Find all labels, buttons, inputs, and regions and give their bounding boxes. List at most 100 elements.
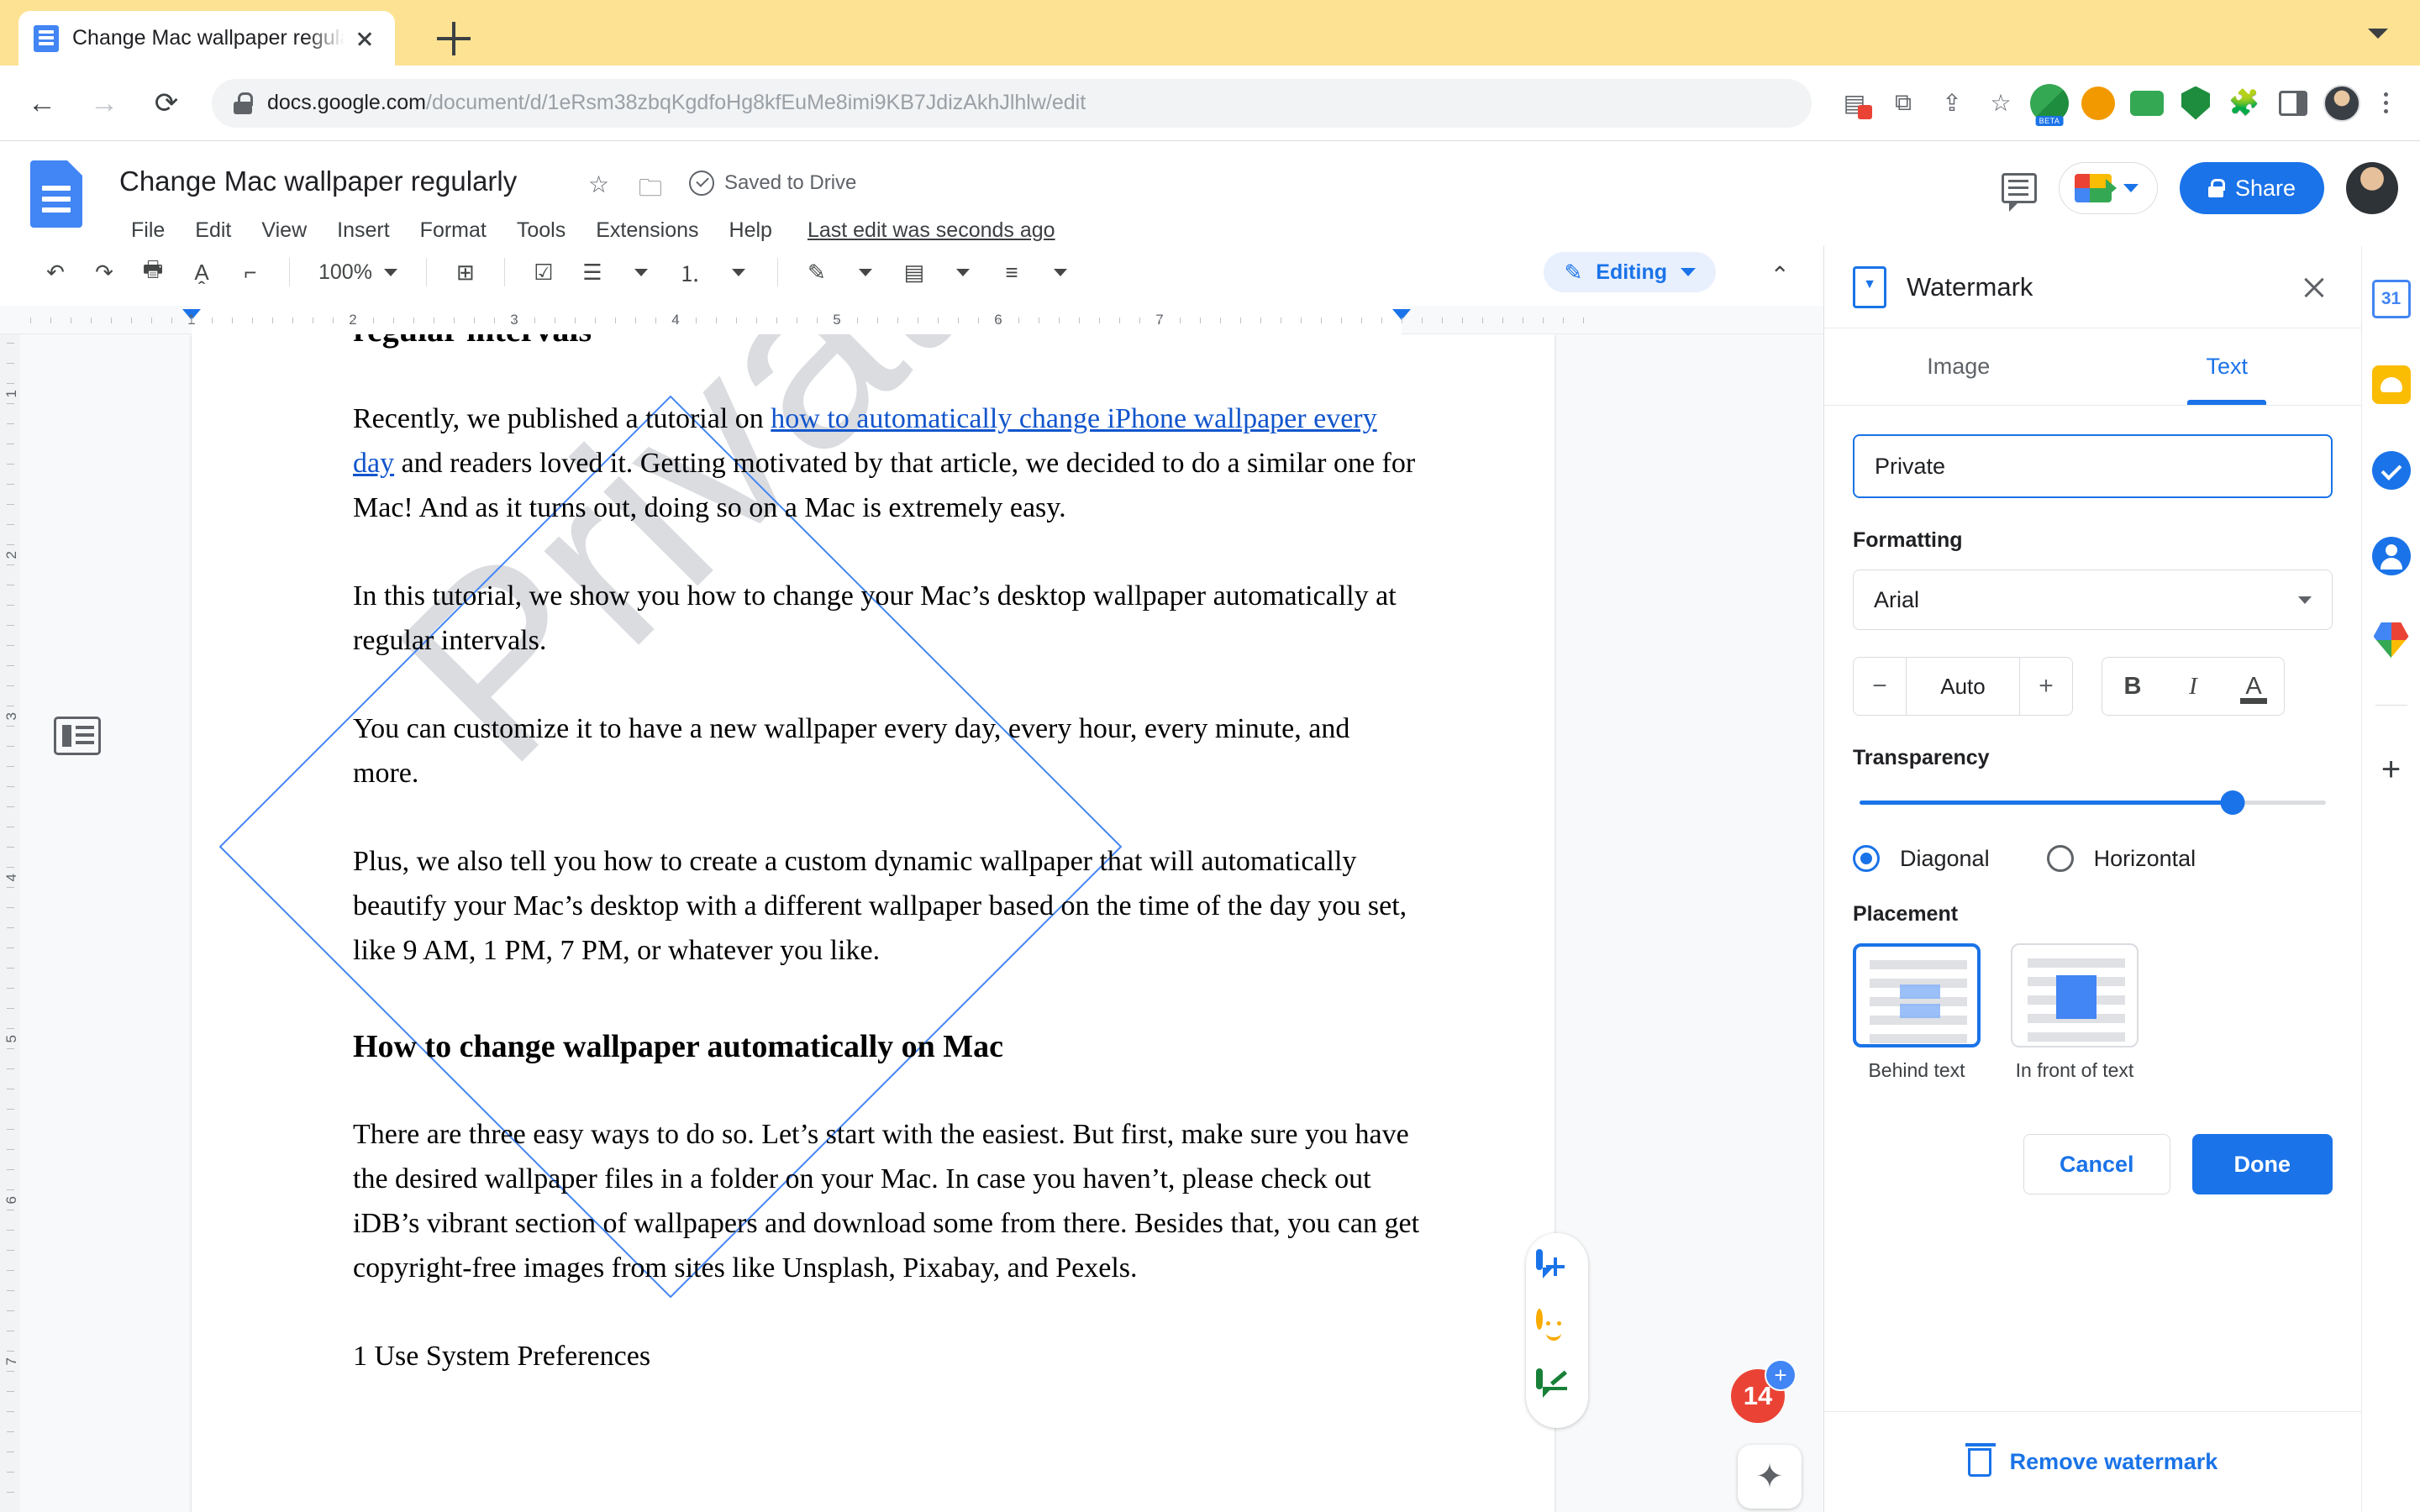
editing-mode-button[interactable]: ✎ Editing [1544,252,1716,292]
document-body[interactable]: regular intervals Recently, we published… [353,334,1420,1378]
bold-button[interactable]: B [2102,658,2163,715]
print-icon[interactable]: 🖶 [131,250,175,294]
text-color-button[interactable]: A [2223,658,2284,715]
comment-history-icon[interactable] [2002,173,2037,203]
numbered-list-icon[interactable]: ⒈ [668,250,712,294]
chevron-down-icon[interactable] [717,250,760,294]
badge-plus-icon[interactable]: + [1765,1359,1797,1391]
emoji-reaction-icon[interactable] [1536,1312,1578,1349]
close-icon[interactable] [2296,269,2333,306]
beta-extension-icon[interactable]: BETA [2025,79,2074,128]
puzzle-extensions-icon[interactable]: 🧩 [2220,79,2269,128]
translate-icon[interactable]: ▤ [1830,79,1879,128]
new-tab-button[interactable] [437,22,471,55]
bulleted-list-icon[interactable]: ☰ [571,250,614,294]
open-in-new-icon[interactable]: ⧉ [1879,79,1928,128]
checklist-icon[interactable]: ☑ [522,250,566,294]
zoom-control[interactable]: 100% [307,252,409,292]
move-to-folder-icon[interactable]: 🗀 [639,171,662,211]
last-edit-link[interactable]: Last edit was seconds ago [808,218,1055,243]
paragraph[interactable]: You can customize it to have a new wallp… [353,706,1420,795]
transparency-slider[interactable] [1860,801,2326,805]
browser-tab[interactable]: Change Mac wallpaper regularly [18,11,395,66]
back-button[interactable]: ← [18,80,66,127]
align-icon[interactable]: ▤ [892,250,936,294]
google-calendar-icon[interactable]: 31 [2372,280,2411,318]
list-line[interactable]: 1 Use System Preferences [353,1334,1420,1378]
line-spacing-icon[interactable]: ≡ [990,250,1034,294]
menu-help[interactable]: Help [714,213,787,248]
chevron-down-icon[interactable] [619,250,663,294]
chevron-down-icon[interactable] [844,250,887,294]
menu-file[interactable]: File [116,213,180,248]
menu-tools[interactable]: Tools [502,213,581,248]
paint-format-icon[interactable]: ⌐ [229,250,272,294]
done-button[interactable]: Done [2192,1134,2333,1194]
side-panel-icon[interactable] [2269,79,2317,128]
pen-icon[interactable]: ✎ [795,250,839,294]
google-maps-icon[interactable] [2374,622,2409,658]
hide-menus-chevron-up-icon[interactable]: ⌃ [1770,261,1790,289]
document-title[interactable]: Change Mac wallpaper regularly [119,165,517,197]
menu-view[interactable]: View [246,213,322,248]
chrome-menu-icon[interactable] [2366,79,2405,128]
shield-extension-icon[interactable] [2171,79,2220,128]
radio-horizontal[interactable] [2047,845,2074,872]
paragraph[interactable]: There are three easy ways to do so. Let’… [353,1112,1420,1290]
user-avatar[interactable] [2346,162,2398,214]
italic-button[interactable]: I [2163,658,2223,715]
paragraph[interactable]: Recently, we published a tutorial on how… [353,396,1420,530]
key-extension-icon[interactable] [2074,79,2123,128]
font-select[interactable]: Arial [1853,570,2333,630]
paragraph[interactable]: Plus, we also tell you how to create a c… [353,839,1420,973]
chevron-down-icon[interactable] [1039,250,1082,294]
menu-edit[interactable]: Edit [180,213,246,248]
horizontal-ruler[interactable]: 1 2 3 4 5 6 7 [0,306,1823,334]
menu-format[interactable]: Format [405,213,502,248]
profile-avatar-icon[interactable] [2317,79,2366,128]
star-icon[interactable]: ☆ [588,171,609,198]
bookmark-star-icon[interactable]: ☆ [1976,79,2025,128]
suggest-edit-icon[interactable] [1536,1372,1578,1409]
spelling-check-icon[interactable]: A̭ [180,250,224,294]
radio-diagonal[interactable] [1853,845,1880,872]
section-heading[interactable]: How to change wallpaper automatically on… [353,1025,1420,1068]
google-tasks-icon[interactable] [2372,451,2411,490]
share-button[interactable]: Share [2180,162,2324,214]
add-app-button[interactable]: + [2381,753,2401,786]
redo-icon[interactable]: ↷ [82,250,126,294]
menu-insert[interactable]: Insert [322,213,405,248]
undo-icon[interactable]: ↶ [34,250,77,294]
google-meet-button[interactable] [2059,162,2158,214]
decrease-size-button[interactable]: − [1854,658,1906,715]
share-icon[interactable]: ⇪ [1928,79,1976,128]
cancel-button[interactable]: Cancel [2023,1134,2170,1194]
forward-button[interactable]: → [81,80,128,127]
placement-option-in-front-of-text[interactable]: In front of text [2011,943,2139,1082]
tab-close-icon[interactable] [350,24,380,54]
notification-badge[interactable]: 14 + [1731,1369,1785,1423]
tab-image[interactable]: Image [1824,328,2093,405]
google-docs-logo-icon[interactable] [30,160,82,228]
paragraph[interactable]: In this tutorial, we show you how to cha… [353,574,1420,663]
increase-size-button[interactable]: + [2020,658,2072,715]
note-extension-icon[interactable] [2123,79,2171,128]
document-outline-icon[interactable] [54,717,101,755]
placement-option-behind-text[interactable]: Behind text [1853,943,1981,1082]
tab-text[interactable]: Text [2093,328,2362,405]
explore-button[interactable]: ✦ [1738,1445,1802,1509]
chevron-down-icon[interactable] [941,250,985,294]
menu-extensions[interactable]: Extensions [581,213,713,248]
google-contacts-icon[interactable] [2372,537,2411,575]
insert-comment-icon[interactable]: ⊞ [444,250,487,294]
transparency-slider-knob[interactable] [2221,790,2245,815]
remove-watermark-row[interactable]: Remove watermark [1824,1411,2361,1512]
google-keep-icon[interactable] [2372,365,2411,404]
document-page[interactable]: Private regular intervals Recently, we p… [192,334,1555,1512]
font-size-value[interactable]: Auto [1906,658,2020,715]
document-canvas[interactable]: 1 2 3 4 5 6 7 Private regular intervals … [0,334,1823,1512]
tabstrip-chevron-down-icon[interactable] [2368,29,2388,39]
reload-button[interactable]: ⟳ [143,80,190,127]
add-comment-icon[interactable] [1536,1252,1578,1289]
watermark-text-input[interactable]: Private [1853,434,2333,498]
